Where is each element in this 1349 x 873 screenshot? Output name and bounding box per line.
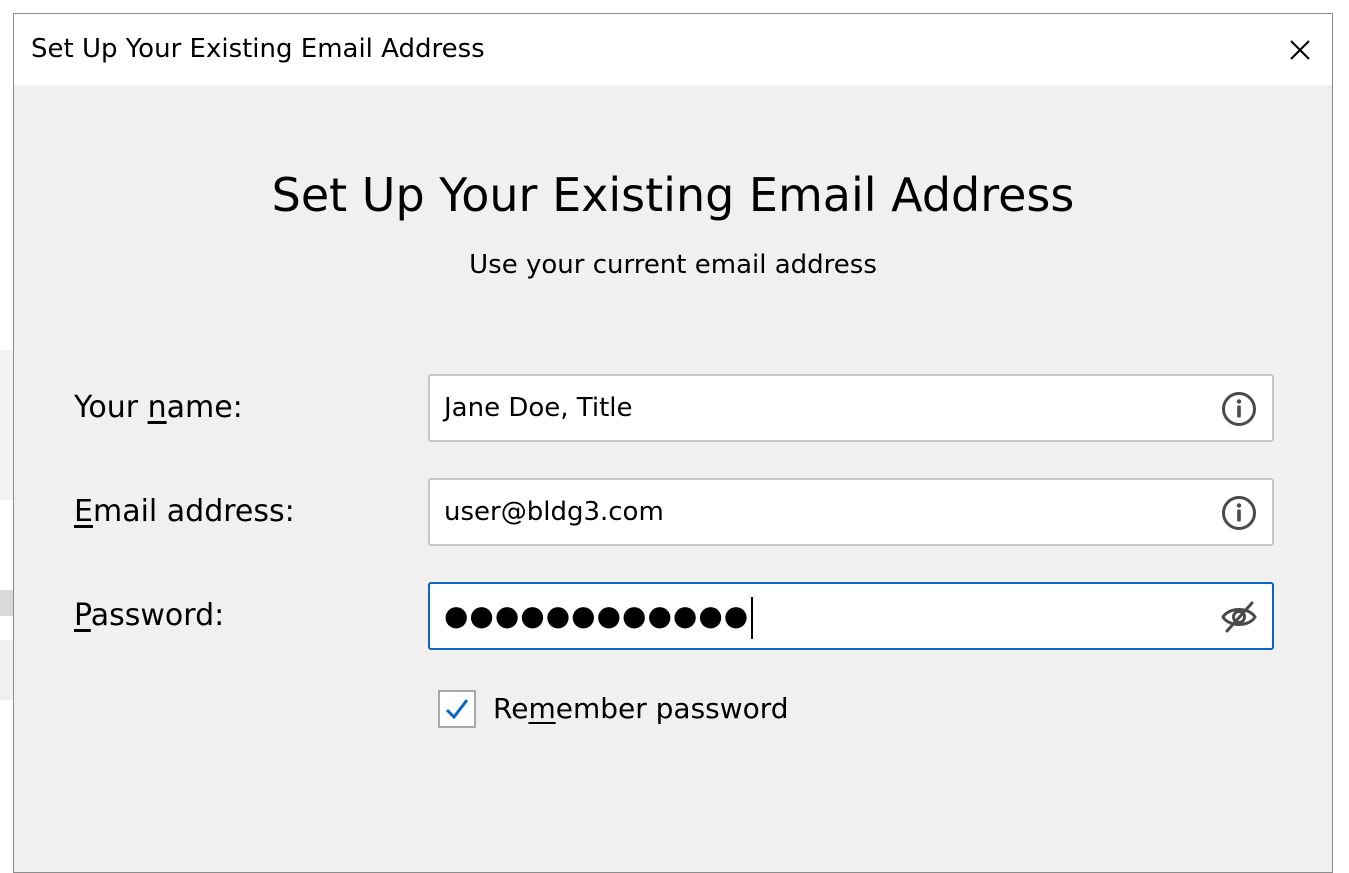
info-icon[interactable]: [1220, 494, 1258, 532]
email-setup-dialog: Set Up Your Existing Email Address Set U…: [13, 13, 1333, 873]
checkmark-icon: [445, 699, 469, 720]
background-window: [0, 0, 14, 866]
email-label: Email address:: [74, 494, 295, 529]
page-title: Set Up Your Existing Email Address: [271, 168, 1075, 222]
background-panel: [0, 590, 14, 616]
text-caret: [751, 596, 754, 639]
dialog-window-title: Set Up Your Existing Email Address: [31, 34, 485, 64]
background-window-edge: [1335, 0, 1349, 866]
close-icon: [1290, 40, 1310, 60]
remember-password-label[interactable]: Remember password: [493, 692, 789, 725]
remember-password-checkbox[interactable]: [438, 690, 476, 728]
close-button[interactable]: [1278, 28, 1322, 72]
name-label: Your name:: [74, 390, 243, 425]
page-subtitle: Use your current email address: [469, 250, 877, 280]
dialog-titlebar: Set Up Your Existing Email Address: [14, 14, 1332, 85]
name-value: Jane Doe, Title: [444, 393, 633, 423]
email-label-accesskey: E: [74, 494, 93, 529]
email-value: user@bldg3.com: [444, 497, 664, 527]
background-panel: [0, 350, 14, 500]
password-label-accesskey: P: [74, 598, 91, 633]
email-field[interactable]: user@bldg3.com: [428, 478, 1274, 546]
info-icon[interactable]: [1220, 390, 1258, 428]
password-input: ●●●●●●●●●●●●: [444, 584, 754, 648]
eye-slash-icon[interactable]: [1220, 598, 1258, 636]
name-field[interactable]: Jane Doe, Title: [428, 374, 1274, 442]
password-masked-value: ●●●●●●●●●●●●: [444, 599, 750, 632]
name-label-accesskey: n: [147, 390, 167, 425]
remember-label-accesskey: m: [528, 692, 556, 725]
password-field[interactable]: ●●●●●●●●●●●●: [428, 582, 1274, 650]
password-label: Password:: [74, 598, 225, 633]
background-panel: [0, 640, 14, 700]
